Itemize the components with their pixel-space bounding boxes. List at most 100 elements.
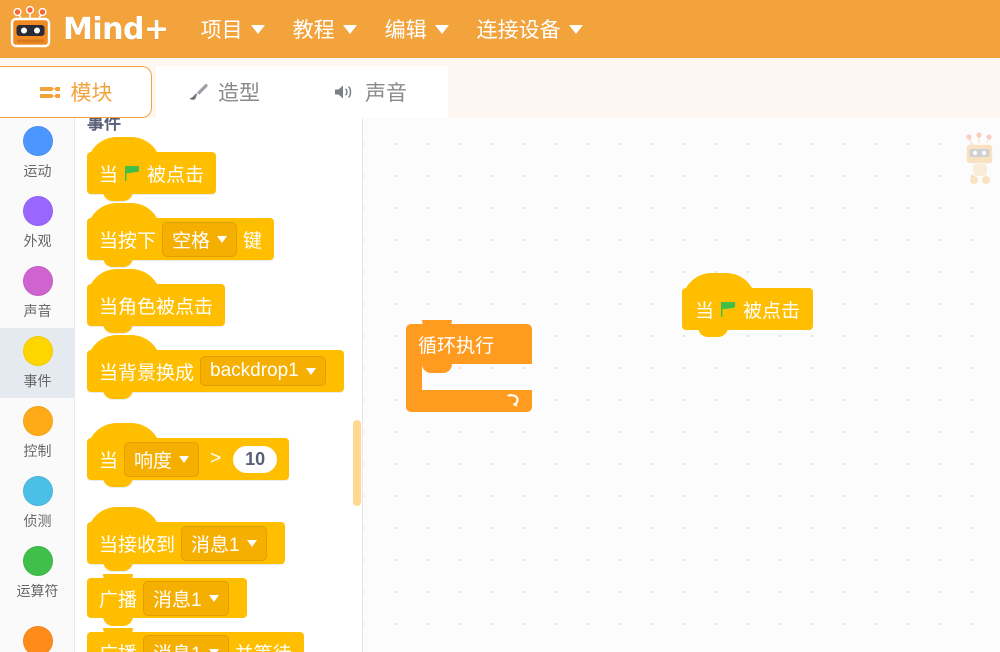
category-motion[interactable]: 运动 xyxy=(0,118,74,188)
category-color-dot xyxy=(22,475,53,506)
category-color-dot xyxy=(22,335,53,366)
menu-item-connect-device[interactable]: 连接设备 xyxy=(463,0,597,58)
category-sound[interactable]: 声音 xyxy=(0,258,74,328)
app-header: Mind+ 项目 教程 编辑 连接设备 xyxy=(0,0,1000,58)
green-flag-icon xyxy=(721,301,736,317)
block-text: 当按下 xyxy=(99,230,157,252)
menu-item-tutorial[interactable]: 教程 xyxy=(279,0,371,58)
chevron-down-icon xyxy=(434,24,449,34)
category-color-dot xyxy=(22,405,53,436)
tab-sound[interactable]: 声音 xyxy=(292,66,448,118)
category-events[interactable]: 事件 xyxy=(0,328,74,398)
dropdown-value: 消息1 xyxy=(153,639,202,652)
brush-icon xyxy=(189,84,208,100)
editor-tabbar: 模块 造型 声音 xyxy=(0,58,1000,118)
menu-label: 编辑 xyxy=(384,19,427,42)
comparison-operator: > xyxy=(210,448,222,469)
block-palette[interactable]: 事件 当 被点击 当按下 空格 键 当角色被点击 当背景换成 backdrop1… xyxy=(75,118,363,652)
threshold-input[interactable]: 10 xyxy=(233,445,278,473)
category-sidebar: 运动 外观 声音 事件 控制 侦测 运算符 xyxy=(0,118,75,652)
block-text: 广播 xyxy=(99,589,138,611)
block-text: 键 xyxy=(243,230,263,252)
loop-arrow-icon xyxy=(507,394,519,407)
workspace-block-when-flag-clicked[interactable]: 当 被点击 xyxy=(682,273,814,337)
mindplus-application: Mind+ 项目 教程 编辑 连接设备 模块 造型 声音 运动 外观 声音 事件… xyxy=(0,0,1000,652)
blocks-icon xyxy=(39,87,60,98)
category-label: 声音 xyxy=(23,302,52,319)
robot-watermark-icon xyxy=(965,132,994,184)
dropdown-value: 消息1 xyxy=(153,589,202,611)
menu-item-project[interactable]: 项目 xyxy=(187,0,279,58)
main-menu: 项目 教程 编辑 连接设备 xyxy=(187,0,597,58)
palette-block-when-key-pressed[interactable]: 当按下 空格 键 xyxy=(87,203,275,267)
category-operators[interactable]: 运算符 xyxy=(0,538,74,608)
block-text: 当 xyxy=(695,300,715,322)
chevron-down-icon xyxy=(250,24,265,34)
block-text: 被点击 xyxy=(743,300,801,322)
workspace-block-forever-loop[interactable]: 循环执行 xyxy=(406,320,532,412)
category-label: 运动 xyxy=(23,162,52,179)
category-sensing[interactable]: 侦测 xyxy=(0,468,74,538)
category-label: 事件 xyxy=(23,372,52,389)
message-dropdown[interactable]: 消息1 xyxy=(143,634,229,652)
category-label: 运算符 xyxy=(16,582,59,599)
sensor-dropdown[interactable]: 响度 xyxy=(124,441,200,477)
app-logo[interactable]: Mind+ xyxy=(0,0,169,58)
tab-label: 声音 xyxy=(365,82,407,105)
message-dropdown[interactable]: 消息1 xyxy=(181,525,267,561)
block-text: 广播 xyxy=(99,639,137,652)
tab-label: 造型 xyxy=(218,82,260,105)
menu-item-edit[interactable]: 编辑 xyxy=(371,0,463,58)
category-color-dot xyxy=(22,195,53,226)
logo-text: Mind+ xyxy=(63,11,169,47)
script-workspace[interactable]: 循环执行 当 被点击 xyxy=(364,118,1000,652)
forever-label-row: 循环执行 xyxy=(406,324,532,364)
category-label: 外观 xyxy=(23,232,52,249)
category-looks[interactable]: 外观 xyxy=(0,188,74,258)
dropdown-value: 响度 xyxy=(134,450,173,472)
palette-block-when-sprite-clicked[interactable]: 当角色被点击 xyxy=(87,269,226,333)
menu-label: 连接设备 xyxy=(476,19,561,42)
backdrop-dropdown[interactable]: backdrop1 xyxy=(200,356,326,386)
dropdown-value: backdrop1 xyxy=(210,360,299,381)
block-text: 当 xyxy=(99,164,119,186)
message-dropdown[interactable]: 消息1 xyxy=(143,580,229,616)
chevron-down-icon xyxy=(208,648,219,652)
palette-block-broadcast[interactable]: 广播 消息1 xyxy=(87,574,247,626)
chevron-down-icon xyxy=(179,455,190,463)
speaker-icon xyxy=(335,85,352,99)
category-label: 侦测 xyxy=(23,512,52,529)
chevron-down-icon xyxy=(342,24,357,34)
forever-left-arm xyxy=(406,364,422,390)
category-color-dot xyxy=(22,625,53,652)
chevron-down-icon xyxy=(217,235,228,243)
dropdown-value: 消息1 xyxy=(191,534,240,556)
category-color-dot xyxy=(22,125,53,156)
tab-modules[interactable]: 模块 xyxy=(0,66,152,118)
category-variables[interactable] xyxy=(0,608,74,652)
palette-block-when-flag-clicked[interactable]: 当 被点击 xyxy=(87,137,217,201)
palette-block-broadcast-and-wait[interactable]: 广播 消息1 并等待 xyxy=(87,628,304,652)
palette-block-when-greater-than[interactable]: 当 响度 > 10 xyxy=(87,423,290,487)
category-color-dot xyxy=(22,545,53,576)
block-text: 循环执行 xyxy=(418,335,495,357)
block-text: 被点击 xyxy=(147,164,205,186)
palette-scrollbar[interactable] xyxy=(353,420,361,506)
chevron-down-icon xyxy=(305,367,316,375)
block-text: 当接收到 xyxy=(99,534,176,556)
palette-block-when-broadcast-received[interactable]: 当接收到 消息1 xyxy=(87,507,285,571)
palette-block-when-backdrop-switches[interactable]: 当背景换成 backdrop1 xyxy=(87,335,344,399)
category-color-dot xyxy=(22,265,53,296)
key-dropdown[interactable]: 空格 xyxy=(162,221,238,257)
green-flag-icon xyxy=(125,165,140,181)
robot-icon xyxy=(8,6,62,52)
robot-icon-svg xyxy=(10,6,51,48)
block-text: 当背景换成 xyxy=(99,362,195,384)
tab-costume[interactable]: 造型 xyxy=(156,66,292,118)
palette-section-title: 事件 xyxy=(87,118,121,133)
chevron-down-icon xyxy=(208,594,219,602)
forever-inner-notch xyxy=(422,364,452,373)
tab-label: 模块 xyxy=(70,82,113,105)
category-control[interactable]: 控制 xyxy=(0,398,74,468)
menu-label: 项目 xyxy=(200,19,243,42)
